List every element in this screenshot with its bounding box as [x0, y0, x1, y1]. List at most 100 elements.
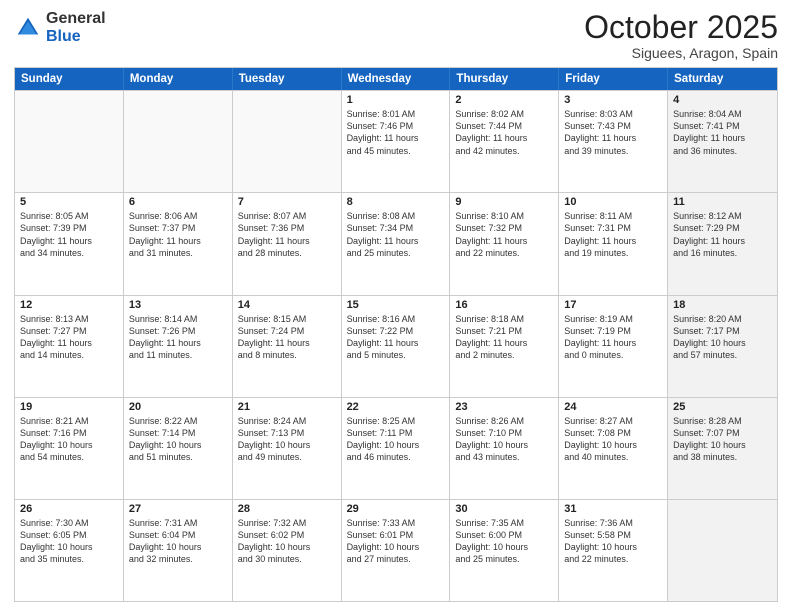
day-number: 28: [238, 503, 336, 515]
day-number: 13: [129, 299, 227, 311]
day-header-saturday: Saturday: [668, 68, 777, 90]
day-number: 8: [347, 196, 445, 208]
calendar-body: 1Sunrise: 8:01 AM Sunset: 7:46 PM Daylig…: [15, 90, 777, 601]
day-info: Sunrise: 8:26 AM Sunset: 7:10 PM Dayligh…: [455, 415, 553, 464]
day-cell-24: 24 Sunrise: 8:27 AM Sunset: 7:08 PM Dayli…: [559, 398, 668, 499]
day-info: Sunrise: 8:27 AM Sunset: 7:08 PM Dayligh…: [564, 415, 662, 464]
day-header-monday: Monday: [124, 68, 233, 90]
day-cell-25: 25 Sunrise: 8:28 AM Sunset: 7:07 PM Dayli…: [668, 398, 777, 499]
day-cell-6: 6Sunrise: 8:06 AM Sunset: 7:37 PM Daylig…: [124, 193, 233, 294]
day-cell-11: 11Sunrise: 8:12 AM Sunset: 7:29 PM Dayli…: [668, 193, 777, 294]
day-cell-15: 15 Sunrise: 8:16 AM Sunset: 7:22 PM Dayli…: [342, 296, 451, 397]
day-cell-23: 23Sunrise: 8:26 AM Sunset: 7:10 PM Dayli…: [450, 398, 559, 499]
day-number: 15: [347, 299, 445, 311]
day-number: 24: [564, 401, 662, 413]
day-number: 26: [20, 503, 118, 515]
day-cell-20: 20 Sunrise: 8:22 AM Sunset: 7:14 PM Dayli…: [124, 398, 233, 499]
logo-icon: [14, 14, 42, 42]
day-info: Sunrise: 8:04 AM Sunset: 7:41 PM Dayligh…: [673, 108, 772, 157]
logo-general-text: General: [46, 10, 106, 27]
day-info: Sunrise: 7:33 AM Sunset: 6:01 PM Dayligh…: [347, 517, 445, 566]
month-title: October 2025: [584, 10, 778, 45]
day-info: Sunrise: 8:19 AM Sunset: 7:19 PM Dayligh…: [564, 313, 662, 362]
day-number: 7: [238, 196, 336, 208]
day-header-friday: Friday: [559, 68, 668, 90]
day-cell-18: 18 Sunrise: 8:20 AM Sunset: 7:17 PM Dayli…: [668, 296, 777, 397]
day-cell-29: 29 Sunrise: 7:33 AM Sunset: 6:01 PM Dayli…: [342, 500, 451, 601]
day-number: 31: [564, 503, 662, 515]
empty-cell-0-0: [15, 91, 124, 192]
day-number: 29: [347, 503, 445, 515]
empty-cell-4-6: [668, 500, 777, 601]
day-cell-4: 4 Sunrise: 8:04 AM Sunset: 7:41 PM Daylig…: [668, 91, 777, 192]
day-info: Sunrise: 8:20 AM Sunset: 7:17 PM Dayligh…: [673, 313, 772, 362]
day-cell-14: 14 Sunrise: 8:15 AM Sunset: 7:24 PM Dayli…: [233, 296, 342, 397]
day-info: Sunrise: 8:21 AM Sunset: 7:16 PM Dayligh…: [20, 415, 118, 464]
day-cell-8: 8Sunrise: 8:08 AM Sunset: 7:34 PM Daylig…: [342, 193, 451, 294]
logo-blue-text: Blue: [46, 28, 81, 45]
day-info: Sunrise: 8:10 AM Sunset: 7:32 PM Dayligh…: [455, 210, 553, 259]
day-number: 19: [20, 401, 118, 413]
day-cell-13: 13 Sunrise: 8:14 AM Sunset: 7:26 PM Dayli…: [124, 296, 233, 397]
day-number: 12: [20, 299, 118, 311]
day-info: Sunrise: 8:06 AM Sunset: 7:37 PM Dayligh…: [129, 210, 227, 259]
day-info: Sunrise: 8:22 AM Sunset: 7:14 PM Dayligh…: [129, 415, 227, 464]
day-number: 5: [20, 196, 118, 208]
calendar-header-row: SundayMondayTuesdayWednesdayThursdayFrid…: [15, 68, 777, 90]
day-cell-10: 10 Sunrise: 8:11 AM Sunset: 7:31 PM Dayli…: [559, 193, 668, 294]
day-info: Sunrise: 8:02 AM Sunset: 7:44 PM Dayligh…: [455, 108, 553, 157]
calendar-row-1: 5 Sunrise: 8:05 AM Sunset: 7:39 PM Daylig…: [15, 192, 777, 294]
day-cell-28: 28 Sunrise: 7:32 AM Sunset: 6:02 PM Dayli…: [233, 500, 342, 601]
location-title: Siguees, Aragon, Spain: [584, 45, 778, 61]
day-info: Sunrise: 7:35 AM Sunset: 6:00 PM Dayligh…: [455, 517, 553, 566]
empty-cell-0-2: [233, 91, 342, 192]
day-cell-2: 2 Sunrise: 8:02 AM Sunset: 7:44 PM Daylig…: [450, 91, 559, 192]
day-info: Sunrise: 8:18 AM Sunset: 7:21 PM Dayligh…: [455, 313, 553, 362]
calendar-row-4: 26Sunrise: 7:30 AM Sunset: 6:05 PM Dayli…: [15, 499, 777, 601]
day-number: 30: [455, 503, 553, 515]
day-info: Sunrise: 8:11 AM Sunset: 7:31 PM Dayligh…: [564, 210, 662, 259]
day-cell-31: 31 Sunrise: 7:36 AM Sunset: 5:58 PM Dayli…: [559, 500, 668, 601]
header: General Blue October 2025 Siguees, Arago…: [14, 10, 778, 61]
day-cell-21: 21Sunrise: 8:24 AM Sunset: 7:13 PM Dayli…: [233, 398, 342, 499]
day-info: Sunrise: 8:28 AM Sunset: 7:07 PM Dayligh…: [673, 415, 772, 464]
day-info: Sunrise: 7:32 AM Sunset: 6:02 PM Dayligh…: [238, 517, 336, 566]
day-info: Sunrise: 8:24 AM Sunset: 7:13 PM Dayligh…: [238, 415, 336, 464]
calendar-row-2: 12 Sunrise: 8:13 AM Sunset: 7:27 PM Dayli…: [15, 295, 777, 397]
day-number: 2: [455, 94, 553, 106]
day-info: Sunrise: 8:05 AM Sunset: 7:39 PM Dayligh…: [20, 210, 118, 259]
day-number: 20: [129, 401, 227, 413]
day-number: 16: [455, 299, 553, 311]
day-header-tuesday: Tuesday: [233, 68, 342, 90]
day-number: 17: [564, 299, 662, 311]
empty-cell-0-1: [124, 91, 233, 192]
day-number: 18: [673, 299, 772, 311]
day-cell-17: 17 Sunrise: 8:19 AM Sunset: 7:19 PM Dayli…: [559, 296, 668, 397]
logo: General Blue: [14, 10, 106, 45]
day-number: 1: [347, 94, 445, 106]
page: General Blue October 2025 Siguees, Arago…: [0, 0, 792, 612]
day-info: Sunrise: 8:14 AM Sunset: 7:26 PM Dayligh…: [129, 313, 227, 362]
day-info: Sunrise: 8:16 AM Sunset: 7:22 PM Dayligh…: [347, 313, 445, 362]
day-header-sunday: Sunday: [15, 68, 124, 90]
day-number: 11: [673, 196, 772, 208]
day-cell-3: 3Sunrise: 8:03 AM Sunset: 7:43 PM Daylig…: [559, 91, 668, 192]
day-header-thursday: Thursday: [450, 68, 559, 90]
day-info: Sunrise: 8:13 AM Sunset: 7:27 PM Dayligh…: [20, 313, 118, 362]
day-number: 25: [673, 401, 772, 413]
day-cell-7: 7 Sunrise: 8:07 AM Sunset: 7:36 PM Daylig…: [233, 193, 342, 294]
day-number: 10: [564, 196, 662, 208]
day-number: 14: [238, 299, 336, 311]
day-number: 27: [129, 503, 227, 515]
title-block: October 2025 Siguees, Aragon, Spain: [584, 10, 778, 61]
day-number: 4: [673, 94, 772, 106]
day-cell-30: 30 Sunrise: 7:35 AM Sunset: 6:00 PM Dayli…: [450, 500, 559, 601]
calendar: SundayMondayTuesdayWednesdayThursdayFrid…: [14, 67, 778, 602]
day-cell-22: 22Sunrise: 8:25 AM Sunset: 7:11 PM Dayli…: [342, 398, 451, 499]
day-header-wednesday: Wednesday: [342, 68, 451, 90]
day-number: 9: [455, 196, 553, 208]
day-info: Sunrise: 8:15 AM Sunset: 7:24 PM Dayligh…: [238, 313, 336, 362]
calendar-row-0: 1Sunrise: 8:01 AM Sunset: 7:46 PM Daylig…: [15, 90, 777, 192]
day-info: Sunrise: 8:07 AM Sunset: 7:36 PM Dayligh…: [238, 210, 336, 259]
day-info: Sunrise: 7:36 AM Sunset: 5:58 PM Dayligh…: [564, 517, 662, 566]
